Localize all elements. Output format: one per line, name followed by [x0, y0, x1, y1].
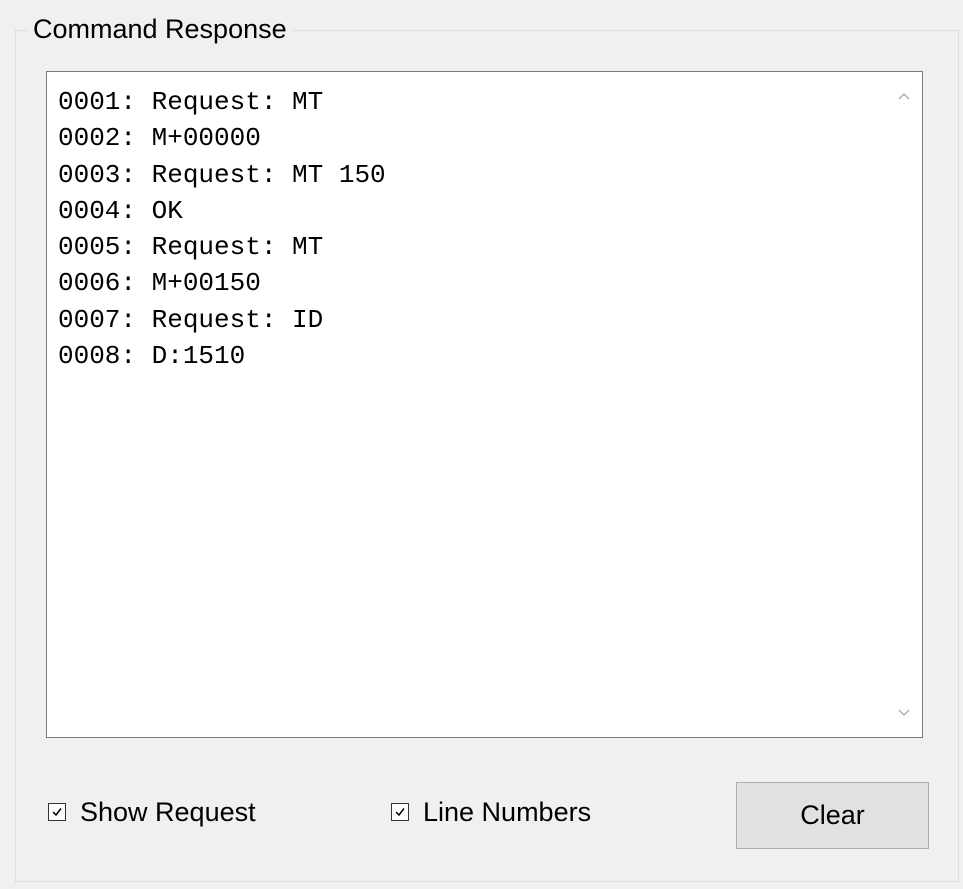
line-numbers-checkbox[interactable]: Line Numbers: [391, 795, 591, 829]
response-line: 0001: Request: MT: [58, 87, 324, 117]
checkmark-icon: [48, 803, 66, 821]
command-response-textbox[interactable]: 0001: Request: MT 0002: M+00000 0003: Re…: [46, 71, 923, 738]
response-line: 0003: Request: MT 150: [58, 159, 386, 190]
scroll-up-icon[interactable]: [894, 88, 914, 104]
response-line: 0006: M+00150: [58, 268, 261, 299]
scroll-down-icon[interactable]: [894, 705, 914, 721]
clear-button[interactable]: Clear: [736, 782, 929, 849]
line-numbers-label: Line Numbers: [423, 796, 592, 827]
group-title: Command Response: [27, 12, 293, 46]
response-line: 0002: M+00000: [58, 123, 261, 154]
response-line: 0004: OK: [58, 195, 183, 226]
checkmark-icon: [391, 803, 409, 821]
response-line: 0005: Request: MT: [58, 232, 324, 263]
response-line: 0007: Request: ID: [58, 304, 324, 335]
response-lines: 0001: Request: MT 0002: M+00000 0003: Re…: [58, 84, 882, 733]
show-request-label: Show Request: [80, 796, 256, 827]
show-request-checkbox[interactable]: Show Request: [48, 795, 256, 829]
response-line: 0008: D:1510: [58, 341, 246, 372]
